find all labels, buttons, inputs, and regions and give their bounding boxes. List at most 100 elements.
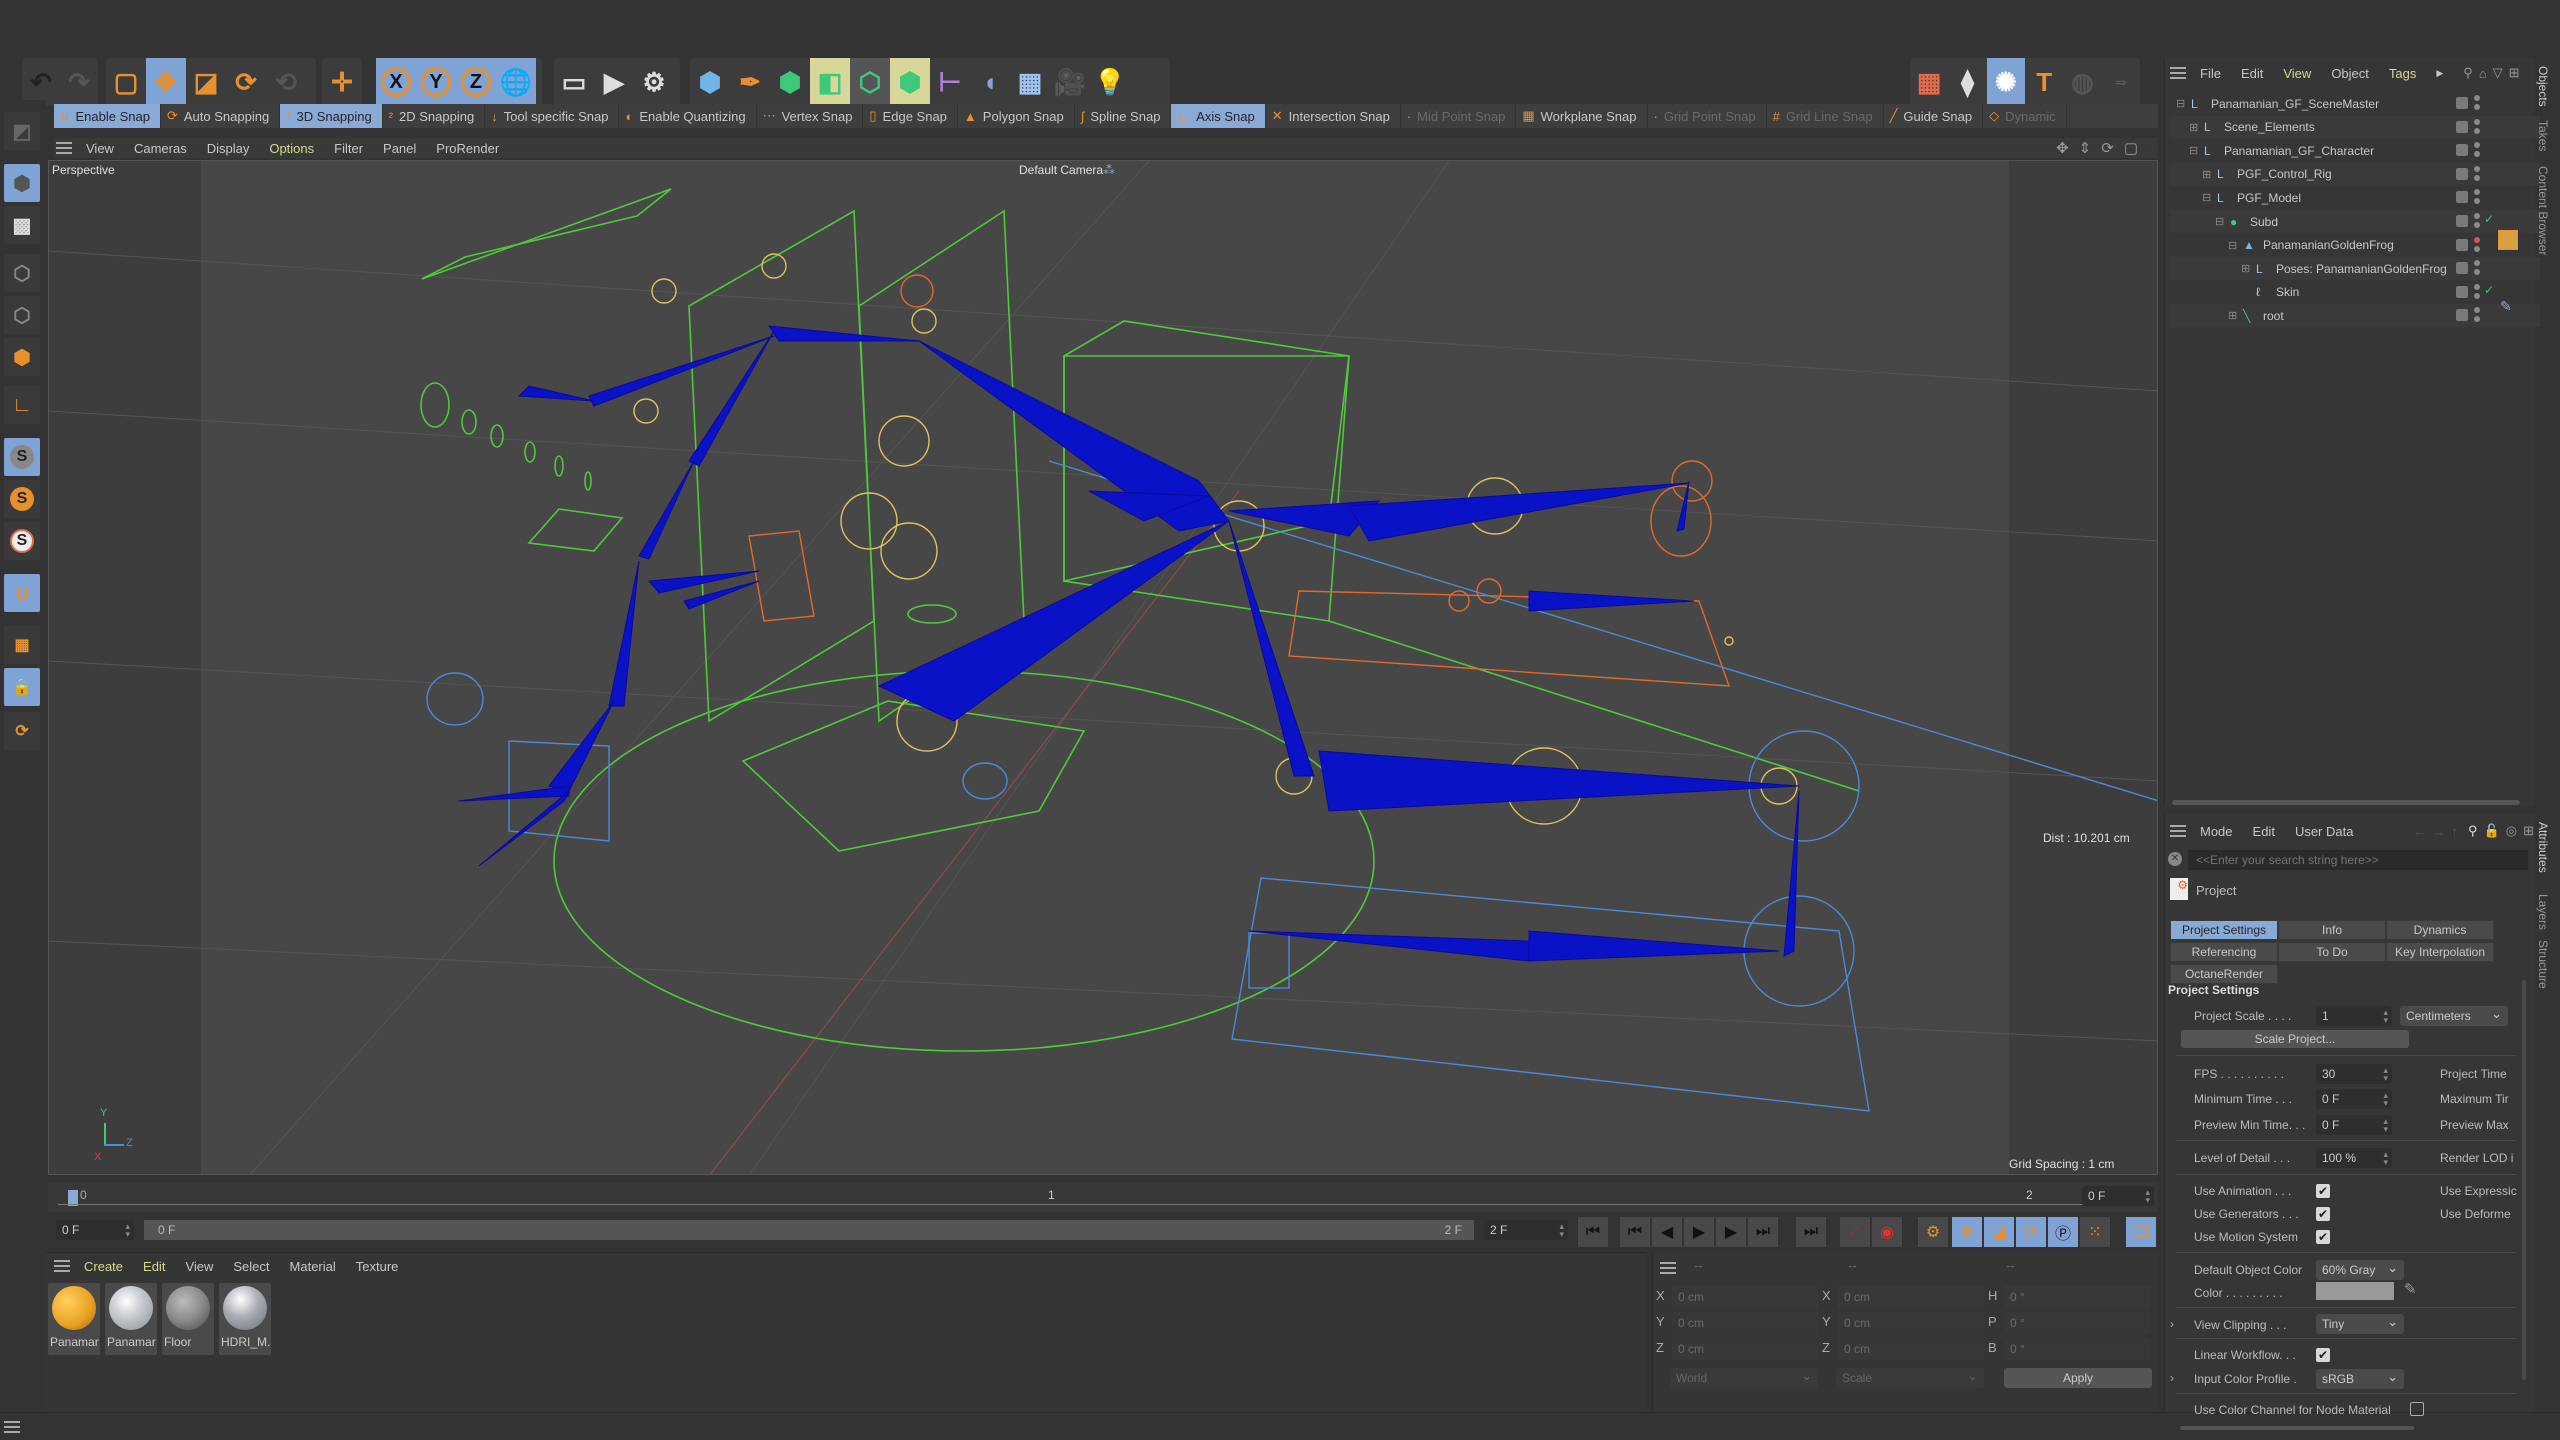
material-swatch[interactable]: Panamar bbox=[105, 1283, 157, 1355]
snap-item-3d-snapping[interactable]: ³ 3D Snapping bbox=[280, 104, 383, 128]
move-icon[interactable]: ✥ bbox=[146, 58, 186, 106]
viewport-menu-cameras[interactable]: Cameras bbox=[134, 141, 187, 156]
expand-chevron-icon[interactable]: › bbox=[2170, 1317, 2174, 1331]
viewport-menu-display[interactable]: Display bbox=[207, 141, 250, 156]
back-arrow-icon[interactable]: ← bbox=[2413, 824, 2426, 839]
collapse-icon[interactable]: ⊟ bbox=[2189, 144, 2201, 157]
status-menu-icon[interactable] bbox=[4, 1421, 20, 1433]
target-icon[interactable]: ◎ bbox=[2506, 823, 2517, 839]
side-tab-content-browser[interactable]: Content Browser bbox=[2536, 166, 2550, 255]
attribute-menu-user-data[interactable]: User Data bbox=[2295, 824, 2354, 839]
record-point-level-button[interactable]: ⁙ bbox=[2080, 1217, 2110, 1247]
home-icon[interactable]: ⌂ bbox=[2479, 66, 2487, 81]
scale-icon[interactable]: ◪ bbox=[186, 58, 226, 106]
attribute-vscrollbar[interactable] bbox=[2522, 980, 2526, 1380]
object-row[interactable]: ⊟ L Panamanian_GF_Character bbox=[2170, 139, 2540, 162]
layer-toggle[interactable] bbox=[2456, 238, 2468, 251]
attr-tab-to-do[interactable]: To Do bbox=[2278, 942, 2386, 962]
render-visibility-dot[interactable] bbox=[2474, 222, 2480, 228]
coord-value-field[interactable]: 0 cm bbox=[1672, 1286, 1818, 1308]
render-picture-viewer-icon[interactable]: ▶ bbox=[594, 58, 634, 106]
fps-field[interactable]: 30 ▴ ▾ bbox=[2316, 1064, 2392, 1084]
attribute-menu-mode[interactable]: Mode bbox=[2200, 824, 2233, 839]
edges-mode-icon[interactable]: ⬡ bbox=[4, 296, 40, 334]
pen-icon[interactable]: ✒ bbox=[730, 58, 770, 106]
snap-item-dynamic[interactable]: ◇ Dynamic bbox=[1983, 104, 2067, 128]
linear-workflow-checkbox[interactable]: ✔ bbox=[2316, 1348, 2330, 1362]
xyz-icon[interactable]: ⇒ bbox=[2102, 58, 2140, 106]
viewport-menu-icon[interactable] bbox=[56, 142, 72, 154]
input-profile-dropdown[interactable]: sRGB bbox=[2316, 1369, 2404, 1389]
solo-single-icon[interactable]: S bbox=[4, 480, 40, 518]
material-swatch[interactable]: Floor bbox=[162, 1283, 214, 1355]
x-axis-icon[interactable]: X bbox=[376, 58, 416, 106]
object-row[interactable]: ⊞ L Poses: PanamanianGoldenFrog bbox=[2170, 257, 2540, 281]
snap-item-polygon-snap[interactable]: ▲ Polygon Snap bbox=[958, 104, 1075, 128]
snap-item-enable-quantizing[interactable]: ◐ Enable Quantizing bbox=[619, 104, 757, 128]
object-row[interactable]: ⊞ L Scene_Elements bbox=[2170, 115, 2540, 139]
snap-item-vertex-snap[interactable]: ⋯ Vertex Snap bbox=[757, 104, 864, 128]
min-time-spinner[interactable]: ▴ ▾ bbox=[2383, 1091, 2388, 1108]
collapse-icon[interactable]: ⊟ bbox=[2176, 97, 2188, 110]
align-workplane-icon[interactable]: ⟳ bbox=[4, 712, 40, 750]
deformer-icon[interactable]: ◖ bbox=[970, 58, 1010, 106]
material-menu-material[interactable]: Material bbox=[290, 1259, 336, 1274]
coordinate-system-icon[interactable]: 🌐 bbox=[496, 58, 536, 106]
redo-icon[interactable]: ↷ bbox=[60, 58, 98, 106]
side-tab-attributes[interactable]: Attributes bbox=[2536, 822, 2550, 873]
record-key-button[interactable]: ✔ bbox=[1840, 1217, 1870, 1247]
coord-value-field[interactable]: 0 cm bbox=[1838, 1286, 1984, 1308]
expand-icon[interactable]: ⊞ bbox=[2189, 121, 2201, 134]
render-settings-icon[interactable]: ⚙ bbox=[634, 58, 674, 106]
material-menu-texture[interactable]: Texture bbox=[356, 1259, 399, 1274]
snap-item-mid-point-snap[interactable]: · Mid Point Snap bbox=[1401, 104, 1517, 128]
points-mode-icon[interactable]: ⬡ bbox=[4, 254, 40, 292]
coord-value-field[interactable]: 0 ° bbox=[2004, 1286, 2150, 1308]
attribute-search-input[interactable] bbox=[2188, 850, 2528, 870]
viewport-menu-view[interactable]: View bbox=[86, 141, 114, 156]
attr-tab-info[interactable]: Info bbox=[2278, 920, 2386, 940]
play-button[interactable]: ▶ bbox=[1684, 1217, 1714, 1247]
preview-min-spinner[interactable]: ▴ ▾ bbox=[2383, 1117, 2388, 1134]
use-generators-checkbox[interactable]: ✔ bbox=[2316, 1207, 2330, 1221]
snap-magnet-icon[interactable]: ∪ bbox=[4, 574, 40, 612]
layer-toggle[interactable] bbox=[2456, 215, 2468, 227]
use-motion-checkbox[interactable]: ✔ bbox=[2316, 1230, 2330, 1244]
side-tab-layers[interactable]: Layers bbox=[2536, 894, 2550, 930]
frame-right-field[interactable]: 0 F ▴ ▾ bbox=[2082, 1186, 2154, 1206]
render-visibility-dot[interactable] bbox=[2474, 127, 2480, 134]
layer-toggle[interactable] bbox=[2456, 167, 2468, 180]
floor-icon[interactable]: ▦ bbox=[1010, 58, 1050, 106]
frame-right-spinner[interactable]: ▴ ▾ bbox=[2145, 1188, 2150, 1205]
z-axis-icon[interactable]: Z bbox=[456, 58, 496, 106]
node-material-checkbox[interactable] bbox=[2410, 1402, 2424, 1416]
editor-visibility-dot[interactable] bbox=[2474, 283, 2480, 290]
more-menu-icon[interactable]: ▶ bbox=[2436, 68, 2443, 79]
up-arrow-icon[interactable]: ↑ bbox=[2451, 824, 2458, 839]
y-axis-icon[interactable]: Y bbox=[416, 58, 456, 106]
layer-toggle[interactable] bbox=[2456, 262, 2468, 275]
snap-item-grid-line-snap[interactable]: # Grid Line Snap bbox=[1767, 104, 1884, 128]
lod-field[interactable]: 100 % ▴ ▾ bbox=[2316, 1148, 2392, 1168]
make-editable-icon[interactable]: ◩ bbox=[4, 112, 40, 150]
coord-value-field[interactable]: 0 cm bbox=[1672, 1338, 1818, 1360]
attribute-menu-icon[interactable] bbox=[2170, 825, 2186, 837]
solo-off-icon[interactable]: S bbox=[4, 438, 40, 476]
workplane-icon[interactable]: ▦ bbox=[4, 626, 40, 664]
current-frame-spinner[interactable]: ▴ ▾ bbox=[125, 1222, 130, 1239]
previous-key-button[interactable]: ⏮ bbox=[1620, 1217, 1650, 1247]
object-row[interactable]: ⊞ ╲ root bbox=[2170, 304, 2540, 328]
layer-toggle[interactable] bbox=[2456, 309, 2468, 322]
object-menu-file[interactable]: File bbox=[2200, 66, 2221, 81]
view-clipping-dropdown[interactable]: Tiny bbox=[2316, 1314, 2404, 1334]
snap-item-auto-snapping[interactable]: ⟳ Auto Snapping bbox=[161, 104, 281, 128]
sculpt-icon[interactable]: ⧫ bbox=[1948, 58, 1986, 106]
solo-hierarchy-icon[interactable]: S bbox=[4, 522, 40, 560]
snap-item-axis-snap[interactable]: ∟ Axis Snap bbox=[1171, 104, 1266, 128]
timeline-ruler[interactable]: 0 1 2 bbox=[48, 1182, 2158, 1212]
snap-item-spline-snap[interactable]: ∫ Spline Snap bbox=[1075, 104, 1172, 128]
attr-tab-key-interpolation[interactable]: Key Interpolation bbox=[2386, 942, 2494, 962]
expand-icon[interactable]: ⊞ bbox=[2228, 309, 2240, 322]
object-menu-object[interactable]: Object bbox=[2331, 66, 2369, 81]
editor-visibility-dot[interactable] bbox=[2474, 213, 2480, 219]
